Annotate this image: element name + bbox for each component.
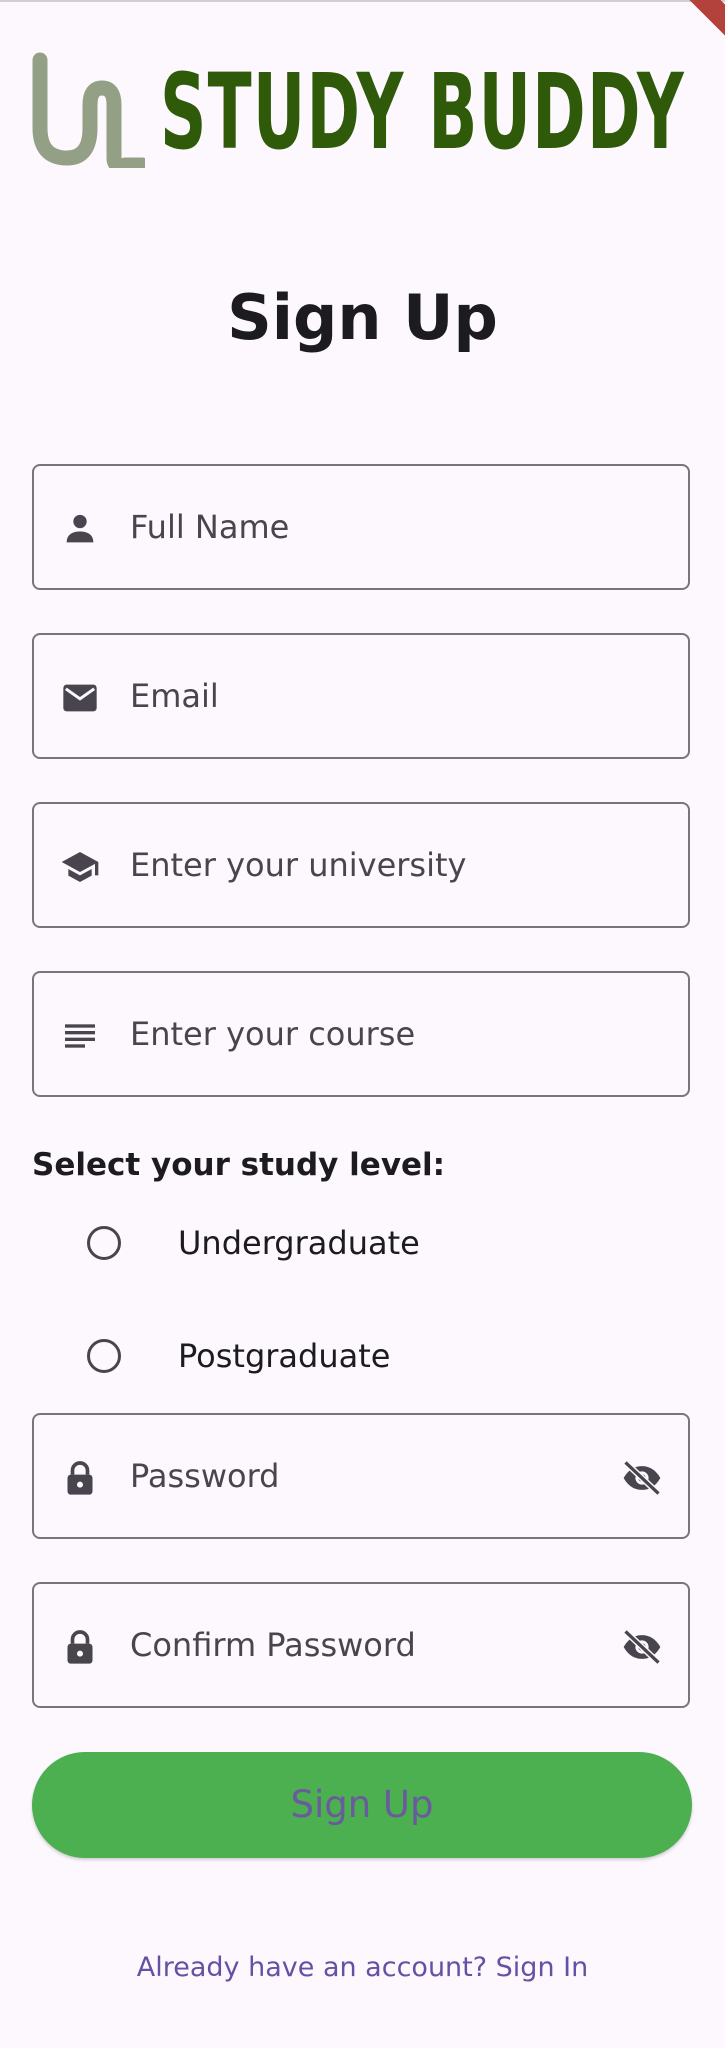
study-level-label: Select your study level: <box>32 1147 446 1183</box>
debug-banner <box>663 0 725 52</box>
mail-icon <box>60 678 100 718</box>
page-title: Sign Up <box>227 281 498 354</box>
university-field[interactable]: Enter your university <box>32 802 690 928</box>
university-placeholder: Enter your university <box>130 846 467 884</box>
radio-label-undergraduate: Undergraduate <box>178 1224 420 1262</box>
full-name-placeholder: Full Name <box>130 508 290 546</box>
logo-wordmark: STUDY BUDDY <box>160 51 685 173</box>
top-divider <box>0 0 725 2</box>
radio-button-icon[interactable] <box>87 1226 121 1260</box>
radio-undergraduate[interactable]: Undergraduate <box>80 1210 640 1280</box>
lock-icon <box>60 1627 100 1667</box>
school-icon <box>60 847 100 887</box>
notes-icon <box>60 1016 100 1056</box>
radio-label-postgraduate: Postgraduate <box>178 1337 391 1375</box>
password-placeholder: Password <box>130 1457 280 1495</box>
course-field[interactable]: Enter your course <box>32 971 690 1097</box>
radio-button-icon[interactable] <box>87 1339 121 1373</box>
radio-postgraduate[interactable]: Postgraduate <box>80 1323 640 1393</box>
password-field[interactable]: Password <box>32 1413 690 1539</box>
email-placeholder: Email <box>130 677 219 715</box>
lock-icon <box>60 1458 100 1498</box>
confirm-password-placeholder: Confirm Password <box>130 1626 416 1664</box>
logo-mark-icon <box>32 52 145 168</box>
brand-logo: STUDY BUDDY <box>30 50 700 170</box>
full-name-field[interactable]: Full Name <box>32 464 690 590</box>
person-icon <box>60 509 100 549</box>
visibility-off-icon[interactable] <box>620 1456 664 1500</box>
confirm-password-field[interactable]: Confirm Password <box>32 1582 690 1708</box>
course-placeholder: Enter your course <box>130 1015 416 1053</box>
sign-in-link[interactable]: Already have an account? Sign In <box>0 1948 725 1988</box>
visibility-off-icon[interactable] <box>620 1625 664 1669</box>
sign-up-button[interactable]: Sign Up <box>32 1752 692 1858</box>
email-field[interactable]: Email <box>32 633 690 759</box>
